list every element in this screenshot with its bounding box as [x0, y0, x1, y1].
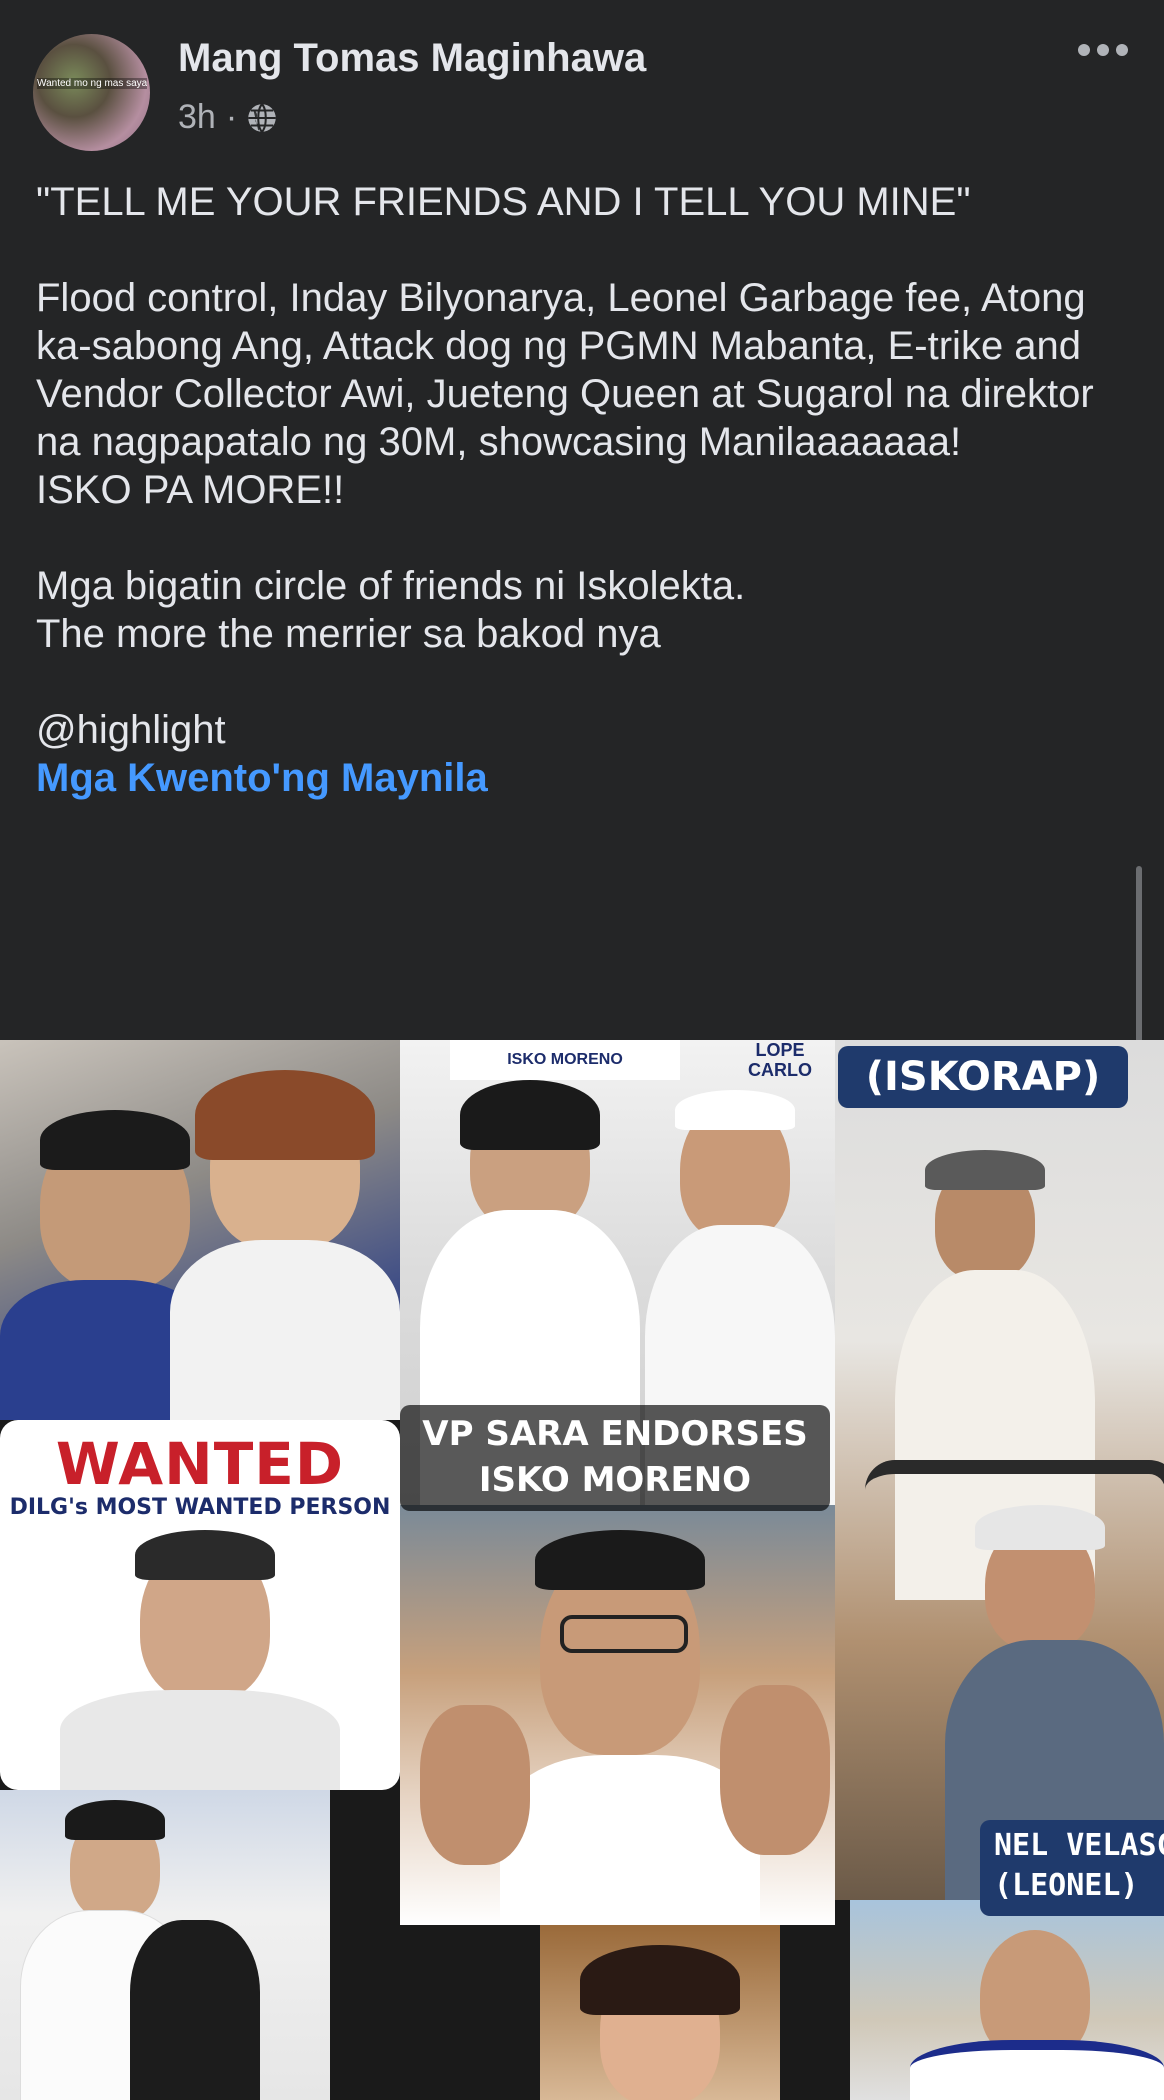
- dot: [1078, 44, 1090, 56]
- iskorap-label: (ISKORAP): [838, 1046, 1128, 1108]
- hair: [580, 1945, 740, 2015]
- hair: [135, 1530, 275, 1580]
- photo-iskorap-desert: [835, 1040, 1164, 1900]
- hair: [40, 1110, 190, 1170]
- white-top: [170, 1240, 400, 1420]
- nel-label-line1: NEL VELASC: [994, 1828, 1164, 1863]
- shirt: [60, 1690, 340, 1790]
- hair: [65, 1800, 165, 1840]
- hair: [195, 1070, 375, 1160]
- nel-velasco-label: NEL VELASC (LEONEL): [980, 1820, 1164, 1916]
- black-suit: [130, 1920, 260, 2100]
- dot: [1097, 44, 1109, 56]
- post-meta: 3h ·: [178, 98, 277, 137]
- photo-woman: [540, 1925, 780, 2100]
- avatar-caption: Wanted mo ng mas saya office: [37, 78, 147, 89]
- author-name[interactable]: Mang Tomas Maginhawa: [178, 36, 646, 81]
- photo-wedding: [0, 1790, 330, 2100]
- post-body: "TELL ME YOUR FRIENDS AND I TELL YOU MIN…: [36, 178, 1136, 802]
- photo-street-man: [850, 1900, 1164, 2100]
- cap: [675, 1090, 795, 1130]
- hand-left: [420, 1705, 530, 1865]
- vp-label-line1: VP SARA ENDORSES: [422, 1414, 808, 1454]
- meta-separator: ·: [225, 98, 238, 136]
- jersey: [910, 2040, 1164, 2100]
- post-header: Wanted mo ng mas saya office Mang Tomas …: [0, 0, 1164, 160]
- vp-label-line2: ISKO MORENO: [478, 1460, 752, 1500]
- post-headline: "TELL ME YOUR FRIENDS AND I TELL YOU MIN…: [36, 180, 971, 224]
- globe-icon[interactable]: [247, 103, 277, 133]
- scrollbar[interactable]: [1136, 866, 1142, 1046]
- post-time[interactable]: 3h: [178, 98, 216, 137]
- poster-text: ISKO MORENO: [450, 1040, 680, 1080]
- author-avatar[interactable]: Wanted mo ng mas saya office: [33, 34, 150, 151]
- wanted-title: WANTED: [55, 1430, 345, 1498]
- post-paragraph: Flood control, Inday Bilyonarya, Leonel …: [36, 276, 1094, 512]
- hair: [460, 1080, 600, 1150]
- poster-text-right: LOPE CARLO: [748, 1040, 812, 1080]
- glasses: [560, 1615, 688, 1653]
- photo-officials-hearing: [0, 1040, 400, 1420]
- hair: [535, 1530, 705, 1590]
- mention-highlight[interactable]: @highlight: [36, 706, 1136, 754]
- wanted-subtitle: DILG's MOST WANTED PERSON: [9, 1495, 391, 1520]
- cap: [975, 1505, 1105, 1550]
- hand-right: [720, 1685, 830, 1855]
- headscarf: [925, 1150, 1045, 1190]
- nel-label-line2: (LEONEL): [994, 1868, 1139, 1903]
- photo-isko-gesture: [400, 1505, 835, 1925]
- dot: [1116, 44, 1128, 56]
- group-link[interactable]: Mga Kwento'ng Maynila: [36, 754, 1136, 802]
- more-horizontal-icon[interactable]: [1078, 44, 1128, 56]
- post-image-collage[interactable]: ISKO MORENO LOPE CARLO (ISKORAP) VP SARA…: [0, 1040, 1164, 2100]
- post-paragraph: Mga bigatin circle of friends ni Iskolek…: [36, 564, 746, 656]
- vp-endorse-label: VP SARA ENDORSES ISKO MORENO: [400, 1405, 830, 1511]
